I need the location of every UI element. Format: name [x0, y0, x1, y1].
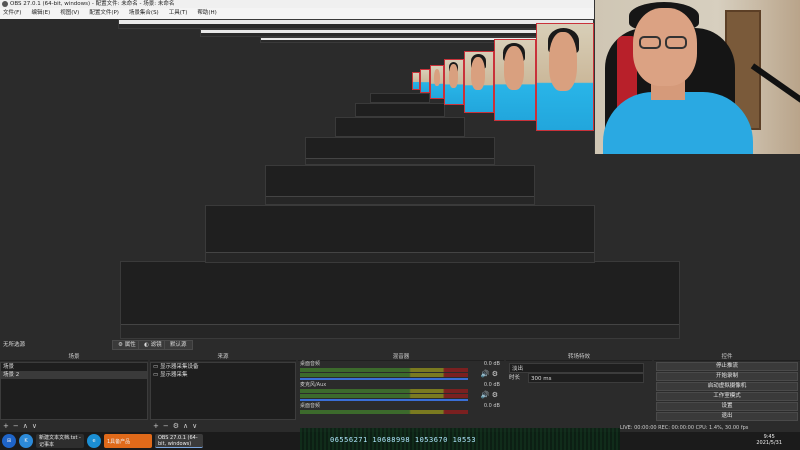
window-title: OBS 27.0.1 (64-bit, windows) - 配置文件: 未命名…	[10, 1, 175, 7]
mute-icon[interactable]: 🔊 ⚙	[481, 391, 498, 399]
scenes-title: 场景	[0, 353, 148, 361]
controls-title: 控件	[654, 353, 800, 361]
source-settings-icon[interactable]: ⚙	[173, 420, 179, 432]
nested-preview-5	[335, 117, 465, 137]
transitions-dock: 转场特效 淡出 时长 300 ms	[506, 353, 652, 432]
move-up-icon[interactable]: ∧	[23, 420, 28, 432]
taskbar-app[interactable]: 1具备产品	[104, 434, 152, 448]
controls-dock: 控件 停止推流 开始录制 启动虚拟摄像机 工作室模式 设置 退出	[654, 353, 800, 432]
mixer-channel-1: 桌面音频 0.0 dB 🔊 ⚙	[298, 361, 504, 382]
remove-scene-icon[interactable]: −	[13, 420, 19, 432]
sources-dock: 来源 ▭ 显示器采集设备 ▭ 显示器采集 + − ⚙ ∧ ∨	[150, 353, 296, 432]
start-button[interactable]: ⊞	[2, 434, 16, 448]
menu-help[interactable]: 帮助(H)	[197, 8, 216, 19]
webcam-thumb-4	[444, 59, 464, 105]
channel-name: 麦克风/Aux	[300, 382, 327, 388]
move-down-icon[interactable]: ∨	[192, 420, 197, 432]
scenes-list: 场景 场景 2	[0, 362, 148, 420]
transitions-title: 转场特效	[506, 353, 652, 361]
webcam-thumb-1	[536, 23, 594, 131]
status-bar-text: LIVE: 00:00:00 REC: 00:00:00 CPU: 1.4%, …	[620, 425, 749, 431]
scenes-dock: 场景 场景 场景 2 + − ∧ ∨	[0, 353, 148, 432]
sources-footer: + − ⚙ ∧ ∨	[150, 420, 296, 432]
start-virtual-camera-button[interactable]: 启动虚拟摄像机	[656, 382, 798, 391]
volume-meter	[300, 368, 468, 372]
taskbar-notepad[interactable]: 新建文本文档.txt - 记事本	[36, 434, 84, 448]
transition-type-row: 淡出	[506, 363, 652, 373]
menu-tools[interactable]: 工具(T)	[169, 8, 188, 19]
sources-list: ▭ 显示器采集设备 ▭ 显示器采集	[150, 362, 296, 420]
sources-title: 来源	[150, 353, 296, 361]
volume-meter	[300, 394, 468, 398]
app-k-icon[interactable]: K	[19, 434, 33, 448]
transition-type-select[interactable]: 淡出	[509, 363, 644, 373]
mixer-title: 混音器	[298, 353, 504, 361]
remove-source-icon[interactable]: −	[163, 420, 169, 432]
channel-db: 0.0 dB	[483, 403, 500, 409]
edge-icon[interactable]: e	[87, 434, 101, 448]
taskbar-obs[interactable]: OBS 27.0.1 (64-bit, windows)	[155, 434, 203, 448]
source-item-2[interactable]: ▭ 显示器采集	[151, 371, 295, 379]
clock-date: 2021/5/31	[756, 440, 782, 446]
scene-item-1[interactable]: 场景	[1, 363, 147, 371]
exit-button[interactable]: 退出	[656, 412, 798, 421]
no-source-selected-label: 无所选源	[3, 342, 26, 348]
nested-preview-6	[355, 103, 445, 117]
transition-duration-row: 时长 300 ms	[506, 373, 652, 383]
webcam-thumb-2	[494, 39, 536, 121]
mute-icon[interactable]: 🔊 ⚙	[481, 370, 498, 378]
obs-window: OBS 27.0.1 (64-bit, windows) - 配置文件: 未命名…	[0, 0, 800, 450]
add-scene-icon[interactable]: +	[3, 420, 9, 432]
duration-label: 时长	[509, 375, 521, 381]
move-down-icon[interactable]: ∨	[32, 420, 37, 432]
webcam-thumb-6	[420, 69, 430, 93]
scene-item-2[interactable]: 场景 2	[1, 371, 147, 379]
webcam-thumb-5	[430, 65, 444, 99]
menu-edit[interactable]: 编辑(E)	[31, 8, 50, 19]
default-source-button[interactable]: 默认源	[164, 340, 193, 350]
nested-preview-3	[265, 165, 535, 205]
settings-button[interactable]: 设置	[656, 402, 798, 411]
studio-mode-button[interactable]: 工作室模式	[656, 392, 798, 401]
nested-preview-top-1	[118, 19, 594, 29]
start-recording-button[interactable]: 开始录制	[656, 372, 798, 381]
volume-slider[interactable]	[300, 378, 468, 380]
webcam-source[interactable]	[594, 0, 800, 154]
channel-db: 0.0 dB	[483, 361, 500, 367]
nested-preview-7	[370, 93, 430, 103]
mixer-channel-2: 麦克风/Aux 0.0 dB 🔊 ⚙	[298, 382, 504, 403]
nested-preview-top-2	[200, 29, 590, 37]
mixer-channel-3: 桌面音频 0.0 dB	[298, 403, 504, 424]
audio-mixer-dock: 混音器 桌面音频 0.0 dB 🔊 ⚙ 麦克风/Aux 0.0 dB 🔊 ⚙ 桌…	[298, 353, 504, 432]
volume-slider[interactable]	[300, 399, 468, 401]
source-toolbar: 无所选源 ⚙ 属性 ◐ 滤镜 默认源	[0, 339, 800, 351]
channel-name: 桌面音频	[300, 361, 321, 367]
number-ticker: 06556271 10688998 1053670 10553	[330, 436, 477, 444]
move-up-icon[interactable]: ∧	[183, 420, 188, 432]
menu-profile[interactable]: 配置文件(P)	[89, 8, 119, 19]
stop-streaming-button[interactable]: 停止推流	[656, 362, 798, 371]
volume-meter	[300, 389, 468, 393]
nested-preview-1	[120, 261, 680, 339]
volume-meter	[300, 373, 468, 377]
nested-preview-4	[305, 137, 495, 165]
docks-area: 无所选源 ⚙ 属性 ◐ 滤镜 默认源 场景 场景 场景 2 + − ∧ ∨ 来源…	[0, 339, 800, 432]
menu-scene-collection[interactable]: 场景集合(S)	[129, 8, 159, 19]
nested-preview-2	[205, 205, 595, 263]
add-source-icon[interactable]: +	[153, 420, 159, 432]
volume-meter	[300, 410, 468, 414]
webcam-thumb-7	[412, 72, 420, 90]
webcam-thumb-3	[464, 51, 494, 113]
system-clock[interactable]: 9:45 2021/5/31	[756, 434, 782, 446]
duration-input[interactable]: 300 ms	[528, 373, 644, 383]
scenes-footer: + − ∧ ∨	[0, 420, 148, 432]
channel-name: 桌面音频	[300, 403, 321, 409]
obs-logo-icon	[2, 1, 8, 7]
menu-view[interactable]: 视图(V)	[60, 8, 79, 19]
channel-db: 0.0 dB	[483, 382, 500, 388]
source-item-1[interactable]: ▭ 显示器采集设备	[151, 363, 295, 371]
menu-file[interactable]: 文件(F)	[3, 8, 21, 19]
